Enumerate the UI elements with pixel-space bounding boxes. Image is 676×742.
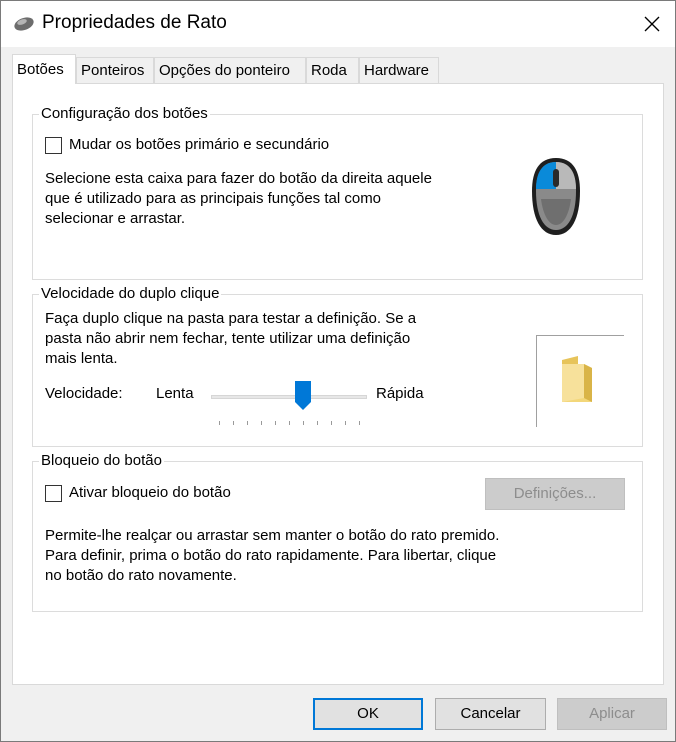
tab-botoes[interactable]: Botões [12,54,76,84]
description-line: que é utilizado para as principais funçõ… [45,190,382,207]
slider-tick [345,421,346,425]
cancel-button-label: Cancelar [460,705,521,722]
double-click-speed-slider[interactable] [211,381,367,427]
close-icon [644,16,660,32]
tab-ponteiros[interactable]: Ponteiros [76,57,154,83]
description-line: pasta não abrir nem fechar, tente utiliz… [45,330,411,347]
slider-tick [233,421,234,425]
slider-tick [289,421,290,425]
slider-track [211,395,367,399]
tab-hardware[interactable]: Hardware [359,57,439,83]
slider-tick [219,421,220,425]
speed-label: Velocidade: [45,385,123,402]
tab-label: Hardware [364,62,430,79]
tab-label: Ponteiros [81,62,145,79]
ok-button-label: OK [357,705,379,722]
ok-button[interactable]: OK [313,698,423,730]
click-lock-checkbox[interactable] [45,485,62,502]
group-title: Velocidade do duplo clique [39,284,222,304]
apply-button[interactable]: Aplicar [557,698,667,730]
test-area-left-border [536,335,537,427]
click-lock-group: Bloqueio do botão Ativar bloqueio do bot… [32,451,643,612]
description-line: selecionar e arrastar. [45,210,186,227]
description-line: Para definir, prima o botão do rato rapi… [45,547,497,564]
checkbox-label: Mudar os botões primário e secundário [69,136,330,153]
settings-button-label: Definições... [513,485,597,502]
title-bar: Propriedades de Rato [1,1,675,47]
slider-tick [359,421,360,425]
description-line: Selecione esta caixa para fazer do botão… [45,170,432,187]
tab-label: Opções do ponteiro [159,62,290,79]
slow-label: Lenta [156,385,194,402]
tab-opcoes-ponteiro[interactable]: Opções do ponteiro [154,57,306,83]
tab-panel-botoes: Configuração dos botões Mudar os botões … [12,83,664,685]
button-config-group: Configuração dos botões Mudar os botões … [32,104,643,280]
description-line: Faça duplo clique na pasta para testar a… [45,310,417,327]
group-title: Configuração dos botões [39,104,210,124]
settings-button[interactable]: Definições... [485,478,625,510]
slider-tick [275,421,276,425]
checkbox-label: Ativar bloqueio do botão [69,484,231,501]
apply-button-label: Aplicar [589,705,635,722]
slider-tick [317,421,318,425]
double-click-test-area[interactable] [536,335,624,427]
mouse-properties-dialog: Propriedades de Rato Botões Ponteiros Op… [0,0,676,742]
close-button[interactable] [629,1,675,47]
slider-tick [303,421,304,425]
slider-thumb[interactable] [295,381,311,411]
tab-label: Roda [311,62,347,79]
window-title: Propriedades de Rato [42,12,227,33]
double-click-group: Velocidade do duplo clique Faça duplo cl… [32,284,643,447]
fast-label: Rápida [376,385,424,402]
description-line: no botão do rato novamente. [45,567,237,584]
group-title: Bloqueio do botão [39,451,164,471]
mouse-left-button-icon [529,155,583,243]
tab-label: Botões [17,61,64,78]
test-area-top-border [536,335,624,336]
slider-tick [247,421,248,425]
description-line: Permite-lhe realçar ou arrastar sem mant… [45,527,500,544]
switch-buttons-checkbox[interactable] [45,137,62,154]
mouse-icon [13,15,35,33]
slider-tick [261,421,262,425]
tab-roda[interactable]: Roda [306,57,359,83]
folder-icon[interactable] [554,356,600,408]
cancel-button[interactable]: Cancelar [435,698,546,730]
description-line: mais lenta. [45,350,118,367]
slider-tick [331,421,332,425]
